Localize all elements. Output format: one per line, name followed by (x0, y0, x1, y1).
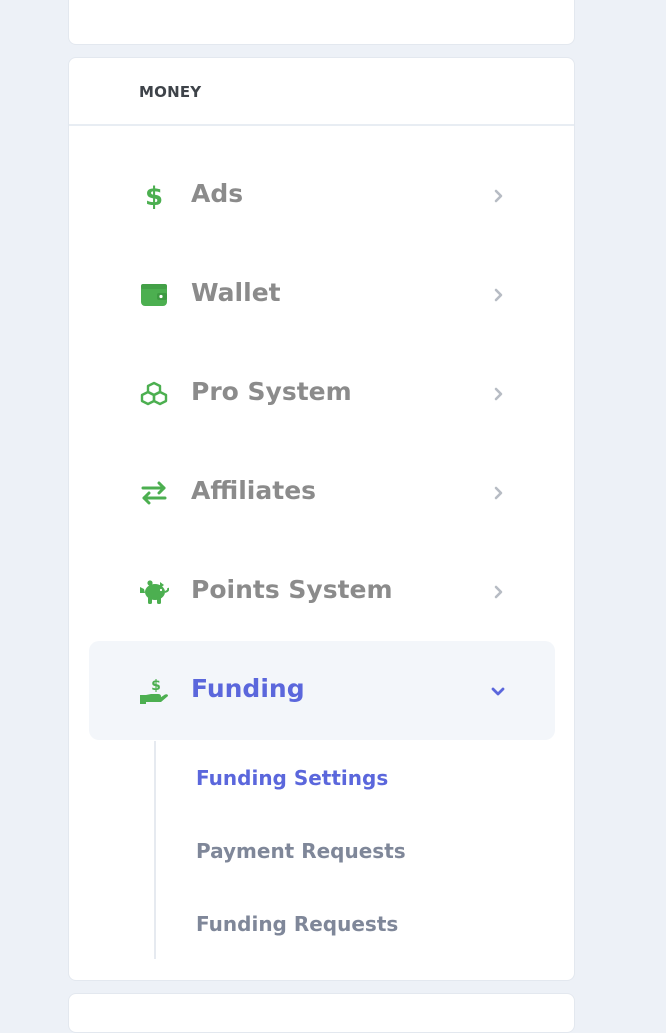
menu-item-label: Wallet (191, 278, 281, 307)
menu-item-pro-system[interactable]: Pro System (89, 344, 555, 443)
hand-holding-dollar-icon: $ (139, 677, 169, 705)
menu-item-label: Pro System (191, 377, 352, 406)
svg-text:$: $ (151, 678, 161, 694)
submenu-item-funding-settings[interactable]: Funding Settings (196, 766, 388, 790)
chevron-right-icon (494, 189, 503, 203)
chevron-right-icon (494, 288, 503, 302)
money-menu-card: MONEY $ Ads Wallet Pro System Affiliates… (68, 57, 575, 981)
menu-item-affiliates[interactable]: Affiliates (89, 443, 555, 542)
svg-text:$: $ (146, 183, 162, 209)
piggy-bank-icon (139, 578, 169, 606)
menu-item-wallet[interactable]: Wallet (89, 245, 555, 344)
menu-item-funding[interactable]: $ Funding (89, 641, 555, 740)
cubes-icon (139, 380, 169, 408)
chevron-right-icon (494, 585, 503, 599)
funding-submenu: Funding Settings Payment Requests Fundin… (154, 741, 556, 959)
section-title: MONEY (139, 83, 202, 101)
chevron-right-icon (494, 486, 503, 500)
menu-item-ads[interactable]: $ Ads (89, 146, 555, 245)
menu-item-label: Affiliates (191, 476, 317, 505)
submenu-item-funding-requests[interactable]: Funding Requests (196, 912, 398, 936)
next-card (68, 993, 575, 1033)
menu-item-label: Funding (191, 674, 305, 703)
wallet-icon (139, 281, 169, 309)
menu-item-label: Points System (191, 575, 393, 604)
submenu-item-payment-requests[interactable]: Payment Requests (196, 839, 406, 863)
menu-item-points-system[interactable]: Points System (89, 542, 555, 641)
exchange-arrows-icon (139, 479, 169, 507)
section-header: MONEY (69, 58, 574, 126)
chevron-right-icon (494, 387, 503, 401)
chevron-down-icon (491, 687, 505, 696)
dollar-icon: $ (139, 182, 169, 210)
previous-card (68, 0, 575, 45)
menu-item-label: Ads (191, 179, 244, 208)
